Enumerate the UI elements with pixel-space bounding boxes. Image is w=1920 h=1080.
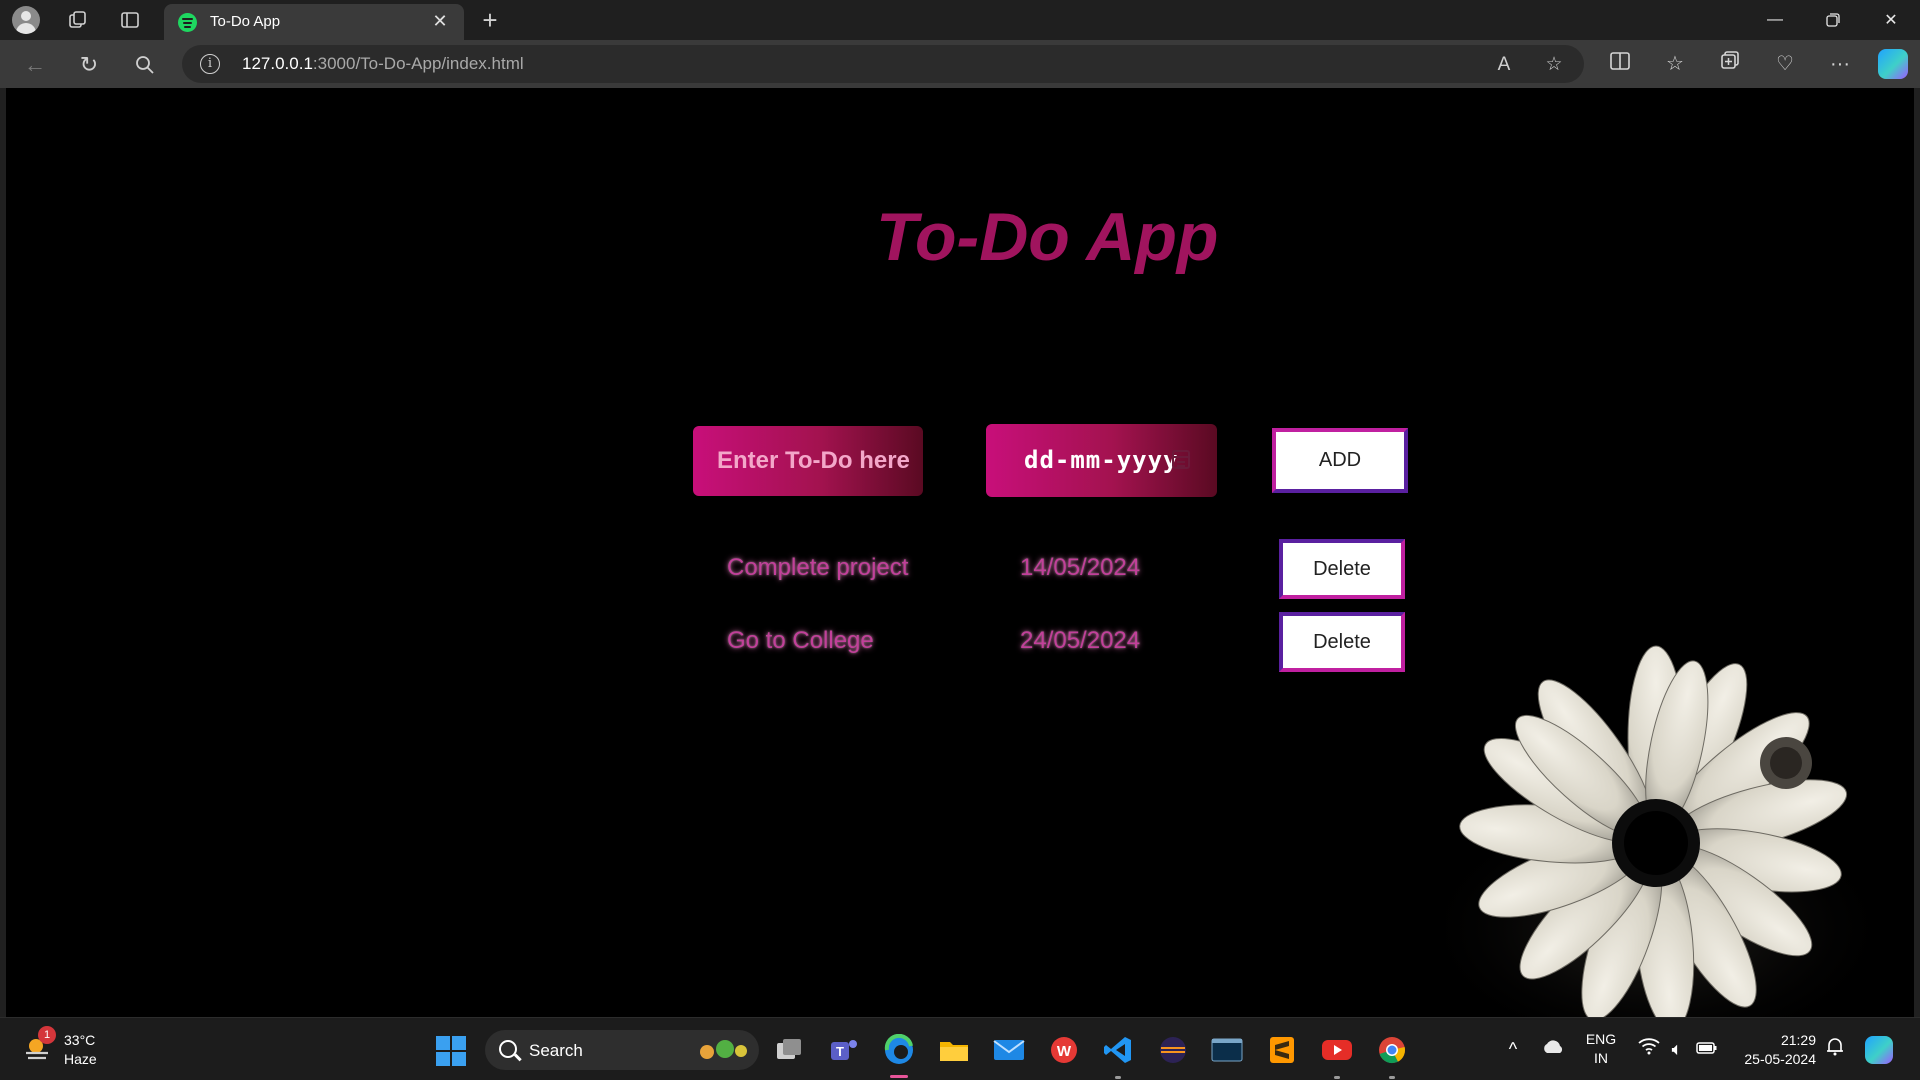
notifications-icon[interactable] bbox=[1822, 1036, 1848, 1062]
delete-button[interactable]: Delete bbox=[1279, 612, 1405, 672]
running-indicator bbox=[1389, 1076, 1395, 1079]
clock-date: 25-05-2024 bbox=[1744, 1051, 1816, 1067]
language-indicator[interactable]: ENG IN bbox=[1583, 1030, 1619, 1068]
todo-text: Go to College bbox=[727, 627, 874, 654]
search-icon[interactable] bbox=[130, 50, 160, 80]
date-input[interactable]: dd-mm-yyyy bbox=[986, 424, 1217, 497]
eclipse-icon[interactable] bbox=[1155, 1032, 1191, 1068]
active-tab[interactable]: To-Do App ✕ bbox=[164, 4, 464, 40]
browser-toolbar: ← ↻ i 127.0.0.1:3000/To-Do-App/index.htm… bbox=[0, 40, 1920, 88]
search-label: Search bbox=[529, 1041, 583, 1060]
calendar-icon[interactable] bbox=[1172, 450, 1190, 469]
vscode-icon[interactable] bbox=[1100, 1032, 1136, 1068]
split-screen-icon[interactable] bbox=[1604, 49, 1636, 79]
active-app-indicator bbox=[890, 1075, 908, 1078]
workspaces-icon[interactable] bbox=[64, 6, 92, 34]
todo-date: 24/05/2024 bbox=[1020, 627, 1141, 654]
system-clock[interactable]: 21:29 25-05-2024 bbox=[1736, 1031, 1816, 1069]
mysql-icon[interactable] bbox=[1209, 1032, 1245, 1068]
url-text[interactable]: 127.0.0.1:3000/To-Do-App/index.html bbox=[242, 54, 524, 74]
running-indicator bbox=[1334, 1076, 1340, 1079]
taskbar-search[interactable]: Search bbox=[485, 1030, 759, 1070]
sublime-icon[interactable] bbox=[1264, 1032, 1300, 1068]
running-indicator bbox=[1115, 1076, 1121, 1079]
battery-icon[interactable] bbox=[1694, 1036, 1720, 1062]
todo-date: 14/05/2024 bbox=[1020, 554, 1141, 581]
tab-close-icon[interactable]: ✕ bbox=[428, 9, 452, 33]
copilot-taskbar-icon[interactable] bbox=[1865, 1036, 1893, 1064]
address-bar[interactable]: i 127.0.0.1:3000/To-Do-App/index.html A … bbox=[182, 45, 1584, 83]
favorite-icon[interactable]: ☆ bbox=[1542, 53, 1566, 77]
more-icon[interactable]: ··· bbox=[1824, 49, 1856, 79]
windows-start-icon[interactable] bbox=[436, 1036, 466, 1066]
info-icon[interactable]: i bbox=[200, 54, 220, 74]
edge-icon[interactable] bbox=[881, 1032, 917, 1068]
todo-text: Complete project bbox=[727, 554, 909, 581]
restore-icon[interactable] bbox=[1804, 0, 1862, 40]
weather-temperature[interactable]: 33°C bbox=[64, 1032, 95, 1048]
back-icon[interactable]: ← bbox=[20, 50, 50, 80]
tab-title: To-Do App bbox=[210, 13, 281, 30]
page-title: To-Do App bbox=[876, 199, 1219, 275]
new-tab-icon[interactable]: + bbox=[476, 5, 504, 35]
search-icon bbox=[499, 1040, 517, 1058]
svg-text:W: W bbox=[1057, 1043, 1072, 1060]
date-placeholder: dd-mm-yyyy bbox=[1024, 446, 1179, 474]
flower-image bbox=[1446, 645, 1896, 1017]
collections-icon[interactable] bbox=[1714, 49, 1746, 79]
task-view-icon[interactable] bbox=[772, 1032, 808, 1068]
spotify-icon bbox=[178, 13, 197, 32]
teams-icon[interactable]: T bbox=[826, 1032, 862, 1068]
browser-essentials-icon[interactable]: ♡ bbox=[1769, 49, 1801, 79]
wifi-icon[interactable] bbox=[1636, 1036, 1662, 1062]
todo-input[interactable] bbox=[693, 426, 923, 496]
chrome-icon[interactable] bbox=[1374, 1032, 1410, 1068]
page-viewport: To-Do App dd-mm-yyyy ADD Complete projec… bbox=[6, 88, 1914, 1017]
taskbar: 1 33°C Haze Search T W ^ ENG IN 🔈︎ 21:29… bbox=[0, 1017, 1920, 1080]
wps-icon[interactable]: W bbox=[1046, 1032, 1082, 1068]
svg-text:T: T bbox=[836, 1044, 844, 1059]
onedrive-icon[interactable] bbox=[1540, 1036, 1566, 1062]
search-highlight-icon bbox=[700, 1040, 747, 1059]
volume-icon[interactable]: 🔈︎ bbox=[1664, 1036, 1690, 1062]
region-label: IN bbox=[1594, 1050, 1608, 1066]
mail-icon[interactable] bbox=[991, 1032, 1027, 1068]
tab-actions-icon[interactable] bbox=[116, 6, 144, 34]
profile-icon[interactable] bbox=[12, 6, 40, 34]
add-button[interactable]: ADD bbox=[1272, 428, 1408, 493]
language-label: ENG bbox=[1585, 1031, 1617, 1047]
file-explorer-icon[interactable] bbox=[936, 1032, 972, 1068]
read-aloud-icon[interactable]: A bbox=[1492, 53, 1516, 77]
close-window-icon[interactable]: ✕ bbox=[1862, 0, 1920, 40]
chevron-up-icon[interactable]: ^ bbox=[1500, 1036, 1526, 1062]
minimize-icon[interactable]: — bbox=[1746, 0, 1804, 40]
clock-time: 21:29 bbox=[1780, 1032, 1816, 1048]
refresh-icon[interactable]: ↻ bbox=[74, 50, 104, 80]
weather-description[interactable]: Haze bbox=[64, 1051, 97, 1067]
notification-badge: 1 bbox=[38, 1026, 56, 1044]
youtube-icon[interactable] bbox=[1319, 1032, 1355, 1068]
copilot-icon[interactable] bbox=[1878, 49, 1908, 79]
favorites-icon[interactable]: ☆ bbox=[1659, 49, 1691, 79]
browser-title-bar: To-Do App ✕ + — ✕ bbox=[0, 0, 1920, 40]
delete-button[interactable]: Delete bbox=[1279, 539, 1405, 599]
